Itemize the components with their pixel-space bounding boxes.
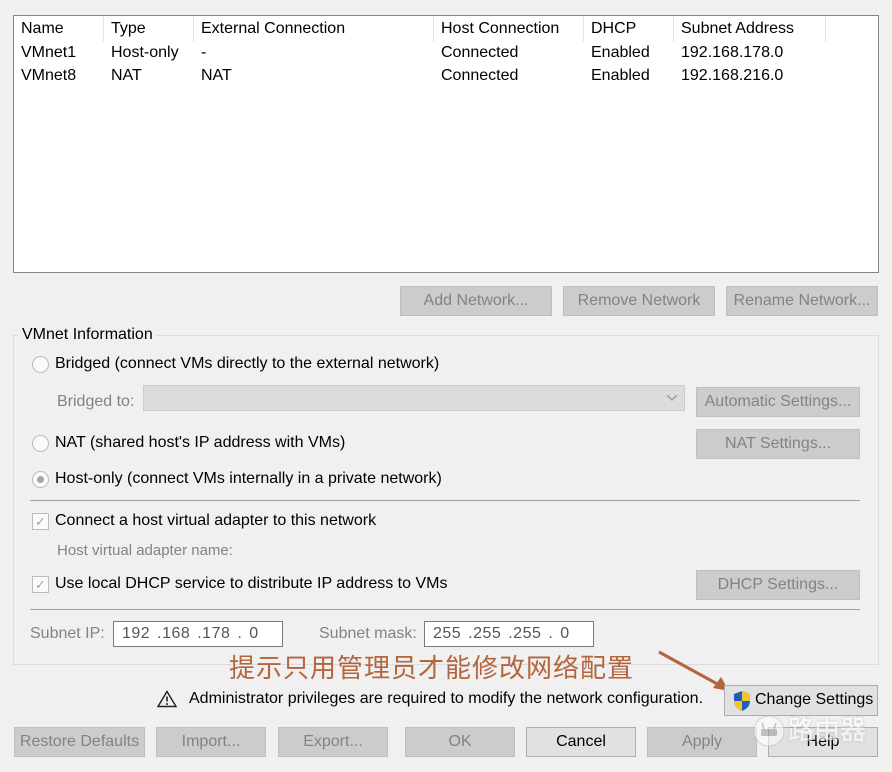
vmnet-information-title: VMnet Information [18,326,157,344]
annotation-arrow [658,650,729,691]
dhcp-checkbox[interactable]: ✓ [32,576,49,593]
nat-radio[interactable] [32,435,49,452]
subnet-ip-input[interactable]: 192 .168 .178 . 0 [113,621,283,647]
change-settings-label: Change Settings [755,691,874,708]
cell-type: Host-only [111,44,179,61]
annotation-text: 提示只用管理员才能修改网络配置 [229,653,635,683]
adapter-name-label: Host virtual adapter name: [57,542,233,559]
nat-settings-button[interactable]: NAT Settings... [696,429,860,459]
ok-button[interactable]: OK [405,727,515,757]
router-logo-icon [753,715,785,747]
dhcp-settings-button[interactable]: DHCP Settings... [696,570,860,600]
host-only-radio[interactable] [32,471,49,488]
restore-defaults-button[interactable]: Restore Defaults [14,727,145,757]
subnet-ip-label: Subnet IP: [30,625,105,642]
bridged-label: Bridged (connect VMs directly to the ext… [55,355,440,372]
divider [30,609,860,610]
nat-label: NAT (shared host's IP address with VMs) [55,434,346,451]
bridged-radio[interactable] [32,356,49,373]
rename-network-button[interactable]: Rename Network... [726,286,878,316]
cell-subnet: 192.168.216.0 [681,67,784,84]
cell-name: VMnet1 [21,44,77,61]
column-header-type[interactable]: Type [104,16,194,42]
column-header-host-connection[interactable]: Host Connection [434,16,584,42]
column-header-name[interactable]: Name [14,16,104,42]
apply-button[interactable]: Apply [647,727,757,757]
watermark-text: 路由器 [788,715,867,745]
cell-host-connection: Connected [441,67,519,84]
cell-host-connection: Connected [441,44,519,61]
warning-icon [157,690,177,708]
host-only-label: Host-only (connect VMs internally in a p… [55,470,442,487]
add-network-button[interactable]: Add Network... [400,286,552,316]
cancel-button[interactable]: Cancel [526,727,636,757]
export-button[interactable]: Export... [278,727,388,757]
connect-adapter-label: Connect a host virtual adapter to this n… [55,512,377,529]
cell-external: - [201,44,207,61]
bridged-to-select[interactable] [143,385,685,411]
network-list[interactable]: Name Type External Connection Host Conne… [13,15,879,273]
connect-adapter-checkbox[interactable]: ✓ [32,513,49,530]
automatic-settings-button[interactable]: Automatic Settings... [696,387,860,417]
cell-dhcp: Enabled [591,67,650,84]
chevron-down-icon [666,394,678,401]
divider [30,500,860,501]
subnet-mask-input[interactable]: 255 .255 .255 . 0 [424,621,594,647]
dhcp-label: Use local DHCP service to distribute IP … [55,575,448,592]
bridged-to-label: Bridged to: [57,393,135,410]
column-header-dhcp[interactable]: DHCP [584,16,674,42]
cell-type: NAT [111,67,142,84]
cell-external: NAT [201,67,232,84]
column-header-subnet-address[interactable]: Subnet Address [674,16,826,42]
cell-dhcp: Enabled [591,44,650,61]
remove-network-button[interactable]: Remove Network [563,286,715,316]
cell-name: VMnet8 [21,67,77,84]
cell-subnet: 192.168.178.0 [681,44,784,61]
admin-notice: Administrator privileges are required to… [189,690,704,707]
shield-icon [734,691,750,711]
subnet-mask-label: Subnet mask: [319,625,417,642]
import-button[interactable]: Import... [156,727,266,757]
column-header-external-connection[interactable]: External Connection [194,16,434,42]
